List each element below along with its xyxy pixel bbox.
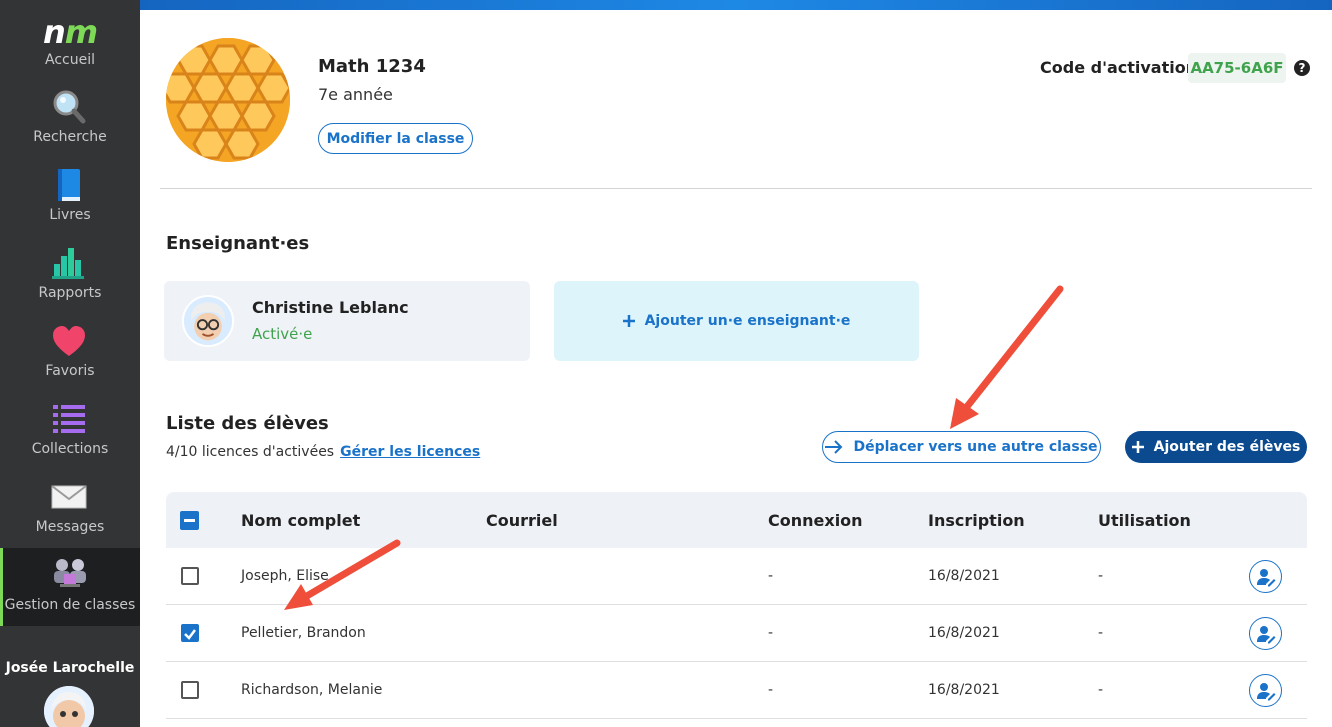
edit-class-button[interactable]: Modifier la classe (318, 123, 473, 154)
sidebar-item-collections-label[interactable]: Collections (0, 441, 140, 457)
student-utilisation: - (1098, 568, 1104, 584)
user-avatar-illustration (44, 686, 94, 727)
student-utilisation: - (1098, 625, 1104, 641)
table-row: Pelletier, Brandon - 16/8/2021 - (166, 605, 1307, 662)
select-all-checkbox[interactable] (180, 511, 199, 530)
class-management-icon (54, 559, 86, 587)
row-checkbox[interactable] (181, 624, 199, 642)
envelope-icon[interactable] (50, 478, 88, 516)
annotation-arrow-move-button (950, 285, 1064, 429)
divider (160, 188, 1312, 189)
add-students-label: Ajouter des élèves (1153, 439, 1301, 455)
user-name[interactable]: Josée Larochelle (0, 660, 140, 676)
row-checkbox[interactable] (181, 681, 199, 699)
home-nav-item[interactable]: nm (0, 14, 140, 50)
manage-licences-link[interactable]: Gérer les licences (340, 444, 480, 460)
column-header-name[interactable]: Nom complet (241, 511, 360, 530)
user-avatar[interactable] (44, 686, 94, 727)
column-header-inscription[interactable]: Inscription (928, 511, 1025, 530)
student-connexion: - (768, 625, 774, 641)
add-teacher-label: Ajouter un·e enseignant·e (644, 313, 851, 329)
student-profile-button[interactable] (1249, 617, 1282, 650)
magnifier-icon[interactable] (50, 88, 88, 126)
row-checkbox[interactable] (181, 567, 199, 585)
heart-icon[interactable] (50, 322, 88, 360)
teacher-avatar (182, 295, 234, 347)
sidebar-item-recherche-label[interactable]: Recherche (0, 129, 140, 145)
student-profile-button[interactable] (1249, 560, 1282, 593)
licences-count: 4/10 licences d'activées (166, 444, 335, 460)
teacher-status: Activé·e (252, 325, 313, 343)
class-grade: 7e année (318, 85, 393, 104)
student-utilisation: - (1098, 682, 1104, 698)
plus-icon (622, 315, 635, 327)
teacher-card: Christine Leblanc Activé·e (164, 281, 530, 361)
sidebar-item-gestion-label: Gestion de classes (4, 597, 136, 613)
minus-icon (184, 519, 195, 522)
sidebar-item-messages-label[interactable]: Messages (0, 519, 140, 535)
move-to-class-button[interactable]: Déplacer vers une autre classe (822, 431, 1101, 463)
teacher-avatar-illustration (184, 297, 232, 345)
book-icon[interactable] (50, 166, 88, 204)
arrow-right-icon (825, 440, 843, 454)
move-to-class-label: Déplacer vers une autre classe (853, 439, 1098, 455)
student-connexion: - (768, 568, 774, 584)
activation-code-value: AA75-6A6F (1188, 53, 1286, 83)
sidebar-item-livres-label[interactable]: Livres (0, 207, 140, 223)
plus-icon (1131, 441, 1144, 453)
user-edit-icon (1256, 625, 1275, 643)
table-row: Richardson, Melanie - 16/8/2021 - (166, 662, 1307, 719)
list-icon[interactable] (50, 400, 88, 438)
column-header-utilisation[interactable]: Utilisation (1098, 511, 1191, 530)
student-inscription: 16/8/2021 (928, 568, 1000, 584)
students-table: Nom complet Courriel Connexion Inscripti… (166, 492, 1307, 719)
add-students-button[interactable]: Ajouter des élèves (1125, 431, 1307, 463)
sidebar-item-gestion-de-classes[interactable]: Gestion de classes (0, 548, 140, 626)
user-edit-icon (1256, 682, 1275, 700)
student-name: Richardson, Melanie (241, 682, 383, 698)
column-header-email[interactable]: Courriel (486, 511, 558, 530)
sidebar-item-favoris-label[interactable]: Favoris (0, 363, 140, 379)
students-title: Liste des élèves (166, 413, 329, 434)
licences-info: 4/10 licences d'activées Gérer les licenc… (166, 444, 480, 460)
student-inscription: 16/8/2021 (928, 682, 1000, 698)
bar-chart-icon[interactable] (50, 244, 88, 282)
honeycomb-illustration (166, 38, 290, 162)
help-icon[interactable]: ? (1294, 60, 1310, 76)
table-row: Joseph, Elise - 16/8/2021 - (166, 548, 1307, 605)
student-connexion: - (768, 682, 774, 698)
nm-logo: nm (42, 13, 98, 51)
sidebar-item-accueil-label[interactable]: Accueil (0, 52, 140, 68)
teachers-title: Enseignant·es (166, 233, 310, 254)
top-banner (140, 0, 1332, 10)
sidebar: nm Accueil Recherche Livres Rapports Fav… (0, 0, 140, 727)
sidebar-item-rapports-label[interactable]: Rapports (0, 285, 140, 301)
student-name: Pelletier, Brandon (241, 625, 366, 641)
teacher-name: Christine Leblanc (252, 298, 409, 317)
table-header: Nom complet Courriel Connexion Inscripti… (166, 492, 1307, 548)
student-profile-button[interactable] (1249, 674, 1282, 707)
checkmark-icon (184, 629, 196, 640)
add-teacher-button[interactable]: Ajouter un·e enseignant·e (554, 281, 919, 361)
class-avatar (166, 38, 290, 162)
user-edit-icon (1256, 568, 1275, 586)
student-inscription: 16/8/2021 (928, 625, 1000, 641)
column-header-connexion[interactable]: Connexion (768, 511, 863, 530)
class-name: Math 1234 (318, 56, 426, 77)
student-name: Joseph, Elise (241, 568, 329, 584)
activation-code-label: Code d'activation (1040, 58, 1198, 77)
